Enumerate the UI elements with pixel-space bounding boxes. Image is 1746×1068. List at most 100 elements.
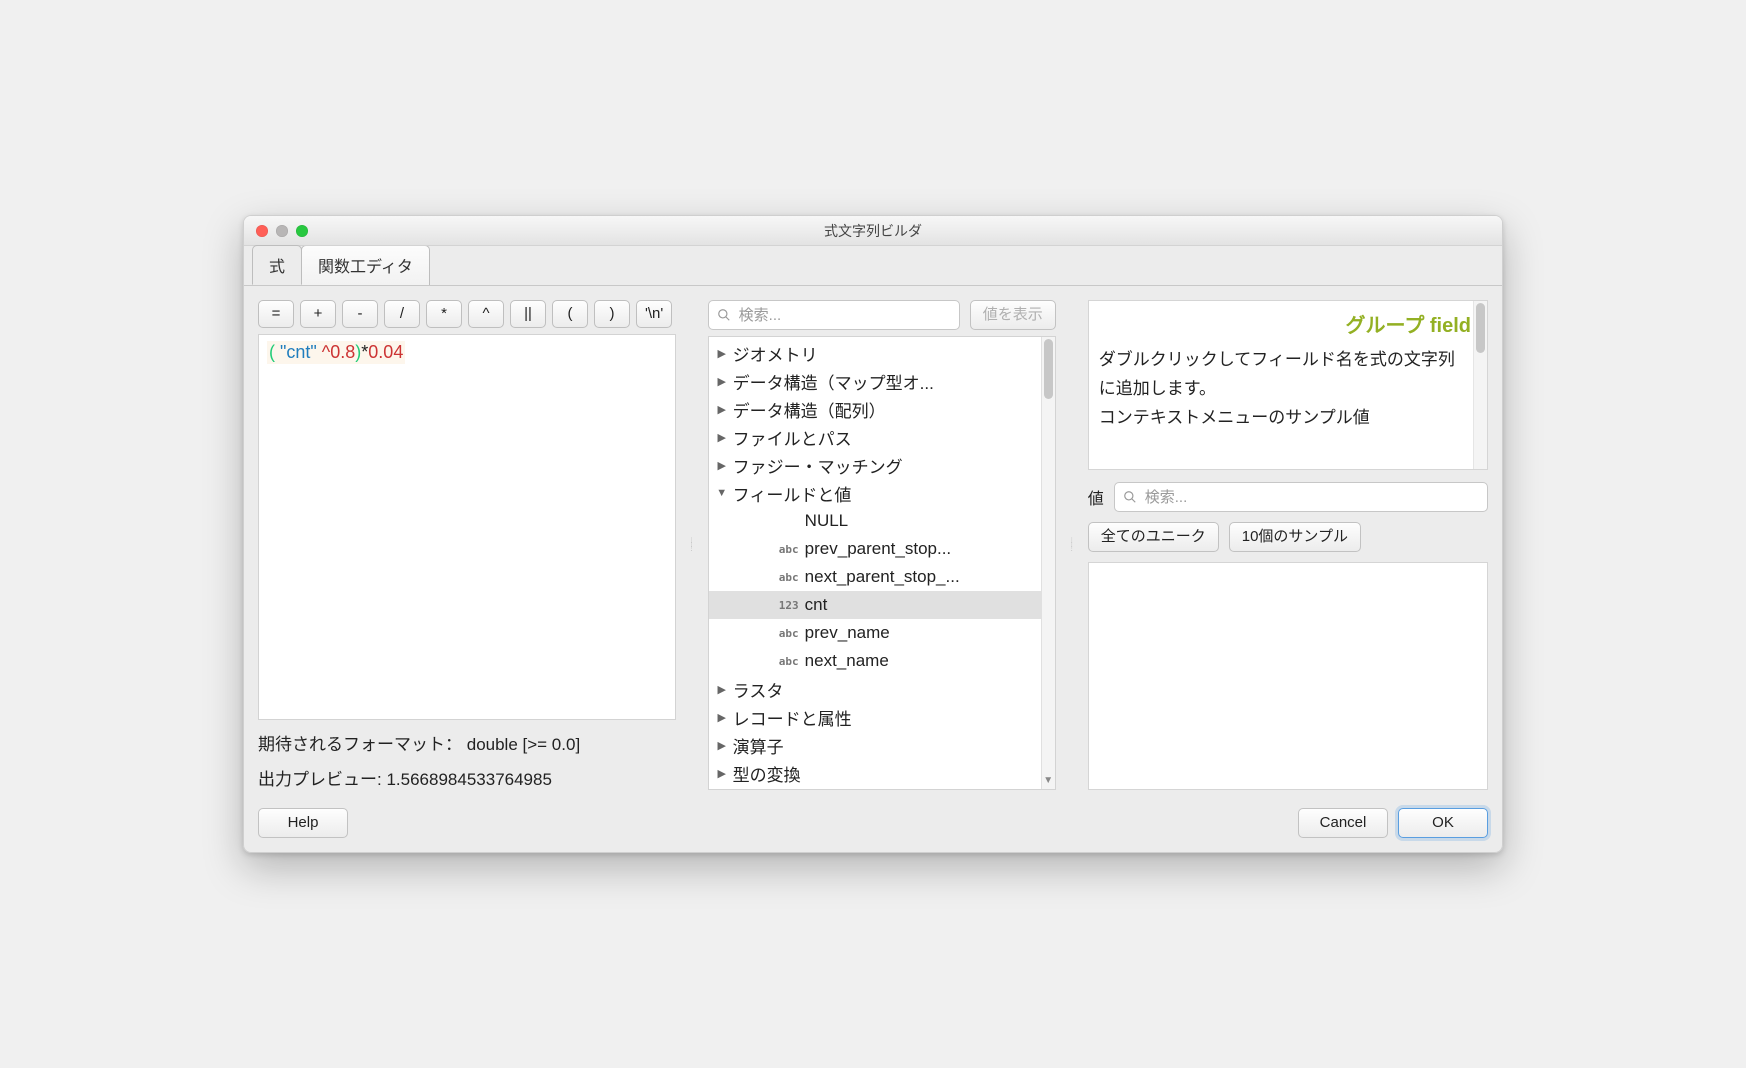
tree-category[interactable]: ▼フィールドと値 [709,479,1041,507]
expr-token: "cnt" [275,342,322,362]
scroll-down-icon[interactable]: ▼ [1042,775,1055,789]
expression-builder-window: 式文字列ビルダ 式 関数工ディタ =+-/*^||()'\n' ( "cnt" … [243,215,1503,853]
field-type-badge: 123 [769,599,799,612]
field-type-badge: abc [769,627,799,640]
tree-field-item[interactable]: abc prev_parent_stop... [709,535,1041,563]
ok-button[interactable]: OK [1398,808,1488,838]
main-content: =+-/*^||()'\n' ( "cnt" ^0.8)*0.04 期待されるフ… [244,285,1502,800]
operator-button[interactable]: ( [552,300,588,328]
field-type-badge: abc [769,655,799,668]
tree-item-label: レコードと属性 [733,705,852,730]
operator-button[interactable]: - [342,300,378,328]
expected-format: 期待されるフォーマット： double [>= 0.0] [258,730,676,755]
tree-category[interactable]: ▶型の変換 [709,759,1041,787]
help-values-panel: グループ field ダブルクリックしてフィールド名を式の文字列に追加します。 … [1088,300,1488,790]
chevron-right-icon[interactable]: ▶ [715,683,729,696]
operator-button[interactable]: ) [594,300,630,328]
values-label: 値 [1088,485,1104,509]
tab-bar: 式 関数工ディタ [244,245,1502,285]
dialog-footer: Help Cancel OK [244,800,1502,852]
titlebar[interactable]: 式文字列ビルダ [244,216,1502,246]
chevron-right-icon[interactable]: ▶ [715,347,729,360]
cancel-button[interactable]: Cancel [1298,808,1388,838]
expected-format-value: double [>= 0.0] [467,735,580,754]
help-panel: グループ field ダブルクリックしてフィールド名を式の文字列に追加します。 … [1088,300,1488,470]
tree-item-label: prev_parent_stop... [805,539,951,559]
tab-expression[interactable]: 式 [252,245,302,285]
help-button[interactable]: Help [258,808,348,838]
operator-button[interactable]: = [258,300,294,328]
expr-token: 0.8 [330,342,355,362]
expression-editor[interactable]: ( "cnt" ^0.8)*0.04 [258,334,676,720]
ten-samples-button[interactable]: 10個のサンプル [1229,522,1361,552]
tree-category[interactable]: ▶ データ構造（マップ型オ... [709,367,1041,395]
tree-field-item[interactable]: 123cnt [709,591,1041,619]
values-list[interactable] [1088,562,1488,790]
chevron-right-icon[interactable]: ▶ [715,459,729,472]
operator-button[interactable]: ^ [468,300,504,328]
tree-field-item[interactable]: abc prev_name [709,619,1041,647]
all-unique-button[interactable]: 全てのユニーク [1088,522,1219,552]
scrollbar-thumb[interactable] [1044,339,1053,399]
tree-item-label: next_name [805,651,889,671]
tree-search-input[interactable] [737,306,951,325]
tree-item-label: データ構造（配列） [733,397,886,422]
tree-item-label: prev_name [805,623,890,643]
search-icon [717,308,731,322]
field-type-badge: abc [769,571,799,584]
output-preview-label: 出力プレビュー: [258,770,382,789]
search-icon [1123,490,1137,504]
tree-item-label: ファイルとパス [733,425,852,450]
tree-scrollbar[interactable]: ▲ ▼ [1041,337,1055,789]
help-line: ダブルクリックしてフィールド名を式の文字列に追加します。 [1099,346,1463,404]
chevron-right-icon[interactable]: ▶ [715,375,729,388]
tree-scroll-area[interactable]: ▶ジオメトリ▶データ構造（マップ型オ...▶データ構造（配列）▶ファイルとパス▶… [709,337,1041,789]
chevron-right-icon[interactable]: ▶ [715,739,729,752]
function-tree-panel: 値を表示 ▶ジオメトリ▶データ構造（マップ型オ...▶データ構造（配列）▶ファイ… [708,300,1056,790]
tree-item-label: ラスタ [733,677,784,702]
tree-field-item[interactable]: abc next_name [709,647,1041,675]
tree-category[interactable]: ▶ ラスタ [709,675,1041,703]
help-title-prefix: グループ [1346,315,1430,337]
tree-item-label: NULL [805,511,848,531]
tree-category[interactable]: ▶ジオメトリ [709,339,1041,367]
scrollbar-thumb[interactable] [1476,303,1485,353]
splitter[interactable]: ⋮⋮⋮ [690,300,694,790]
tree-field-item[interactable]: abcnext_parent_stop_... [709,563,1041,591]
operator-button[interactable]: + [300,300,336,328]
tree-item-label: 演算子 [733,733,784,758]
tree-item-label: ファジー・マッチング [733,453,903,478]
splitter[interactable]: ⋮⋮⋮ [1070,300,1074,790]
chevron-right-icon[interactable]: ▶ [715,403,729,416]
tree-category[interactable]: ▶ 演算子 [709,731,1041,759]
function-tree: ▶ジオメトリ▶データ構造（マップ型オ...▶データ構造（配列）▶ファイルとパス▶… [708,336,1056,790]
chevron-down-icon[interactable]: ▼ [715,487,729,499]
tree-category[interactable]: ▶ データ構造（配列） [709,395,1041,423]
window-title: 式文字列ビルダ [244,221,1502,241]
help-line: コンテキストメニューのサンプル値 [1099,404,1463,433]
tree-search[interactable] [708,300,960,330]
values-search-input[interactable] [1143,488,1479,507]
output-preview: 出力プレビュー: 1.5668984533764985 [258,765,676,790]
chevron-right-icon[interactable]: ▶ [715,767,729,780]
operator-toolbar: =+-/*^||()'\n' [258,300,676,328]
expression-panel: =+-/*^||()'\n' ( "cnt" ^0.8)*0.04 期待されるフ… [258,300,676,790]
tab-function-editor[interactable]: 関数工ディタ [301,245,430,285]
tree-category[interactable]: ▶ ファジー・マッチング [709,451,1041,479]
operator-button[interactable]: * [426,300,462,328]
tree-field-item[interactable]: NULL [709,507,1041,535]
tree-category[interactable]: ▶ レコードと属性 [709,703,1041,731]
help-scrollbar[interactable] [1473,301,1487,469]
chevron-right-icon[interactable]: ▶ [715,711,729,724]
operator-button[interactable]: || [510,300,546,328]
chevron-right-icon[interactable]: ▶ [715,431,729,444]
tree-item-label: データ構造（マップ型オ... [733,369,934,394]
operator-button[interactable]: '\n' [636,300,672,328]
values-search[interactable] [1114,482,1488,512]
show-values-button[interactable]: 値を表示 [970,300,1056,330]
field-type-badge: abc [769,543,799,556]
tree-category[interactable]: ▶ ファイルとパス [709,423,1041,451]
help-title: グループ field [1099,309,1477,338]
output-preview-value: 1.5668984533764985 [386,770,551,789]
operator-button[interactable]: / [384,300,420,328]
